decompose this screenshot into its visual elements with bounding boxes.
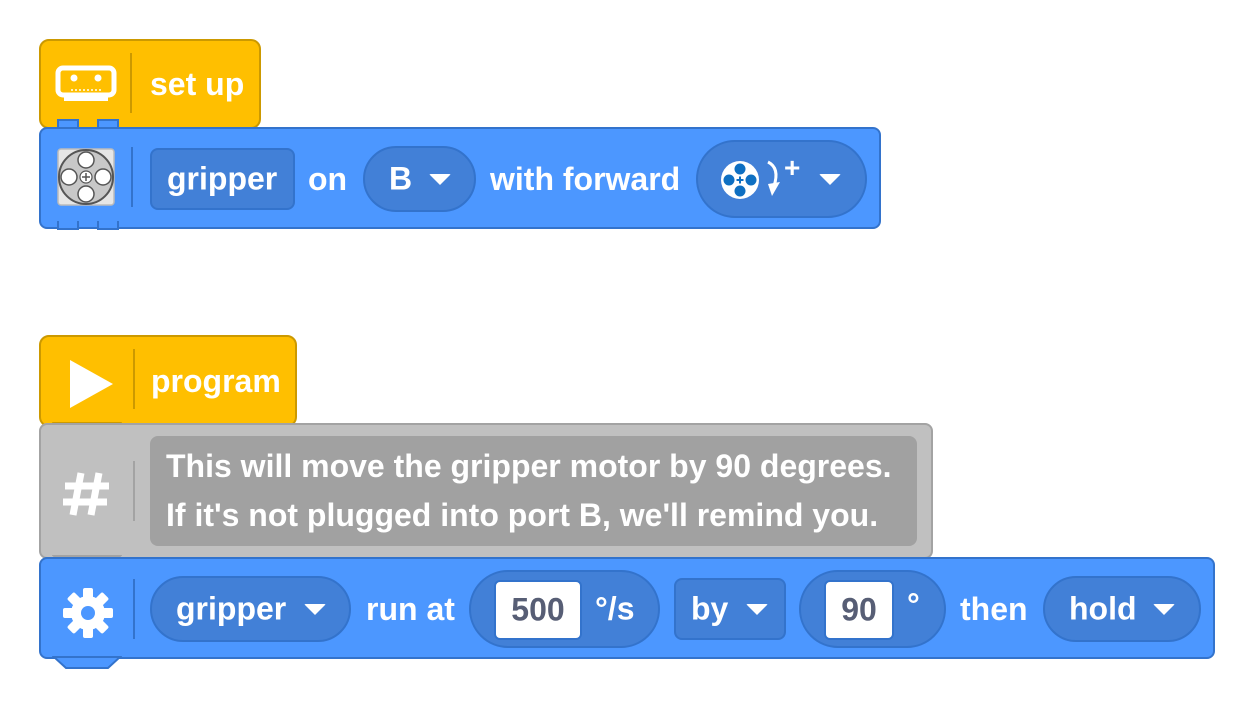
then-label: then (960, 591, 1028, 627)
divider (133, 461, 135, 521)
then-dropdown[interactable]: hold (1043, 576, 1201, 642)
comment-line: If it's not plugged into port B, we'll r… (166, 497, 879, 533)
setup-hat-label: set up (150, 66, 245, 102)
direction-dropdown[interactable]: + (696, 140, 867, 218)
by-value: by (691, 590, 729, 627)
hash-icon (61, 469, 113, 519)
speed-value: 500 (511, 591, 565, 628)
motor-name-label: gripper (167, 160, 278, 197)
amount-input[interactable]: 90 (824, 580, 894, 640)
hub-icon (55, 65, 117, 103)
port-dropdown[interactable]: B (363, 146, 476, 212)
chevron-down-icon (819, 174, 841, 185)
motor-name-field[interactable]: gripper (150, 148, 295, 210)
run-at-label: run at (366, 591, 455, 627)
amount-unit: ° (907, 586, 920, 623)
comment-block[interactable]: This will move the gripper motor by 90 d… (39, 423, 933, 559)
chevron-down-icon (429, 174, 451, 185)
divider (130, 53, 132, 113)
speed-unit: °/s (595, 590, 635, 627)
amount-value: 90 (841, 591, 877, 628)
speed-reporter[interactable]: 500 °/s (469, 570, 660, 648)
with-forward-label: with forward (490, 161, 681, 197)
comment-line: This will move the gripper motor by 90 d… (166, 448, 892, 484)
setup-hat-block[interactable]: set up (39, 39, 261, 129)
motor-run-block[interactable]: gripper run at 500 °/s by 90 ° then hold (39, 557, 1215, 659)
motor-icon (57, 148, 115, 206)
divider (133, 349, 135, 409)
chevron-down-icon (746, 604, 768, 615)
connector-notch (51, 655, 123, 671)
motor-value: gripper (176, 590, 287, 627)
connector-tab (57, 221, 79, 230)
program-hat-block[interactable]: program (39, 335, 297, 427)
direction-symbol: + (784, 152, 801, 183)
motor-icon (720, 160, 760, 200)
speed-input[interactable]: 500 (494, 580, 582, 640)
play-icon (67, 357, 115, 411)
chevron-down-icon (304, 604, 326, 615)
port-value: B (389, 160, 413, 197)
on-label: on (308, 161, 348, 197)
divider (133, 579, 135, 639)
divider (131, 147, 133, 207)
amount-reporter[interactable]: 90 ° (799, 570, 946, 648)
comment-text-field[interactable]: This will move the gripper motor by 90 d… (150, 436, 917, 546)
by-dropdown[interactable]: by (674, 578, 786, 640)
chevron-down-icon (1153, 604, 1175, 615)
connector-tab (97, 221, 119, 230)
motor-setup-block[interactable]: gripper on B with forward + (39, 127, 881, 229)
motor-dropdown[interactable]: gripper (150, 576, 351, 642)
then-value: hold (1069, 590, 1137, 627)
program-hat-label: program (151, 363, 281, 399)
gear-icon (62, 587, 114, 639)
